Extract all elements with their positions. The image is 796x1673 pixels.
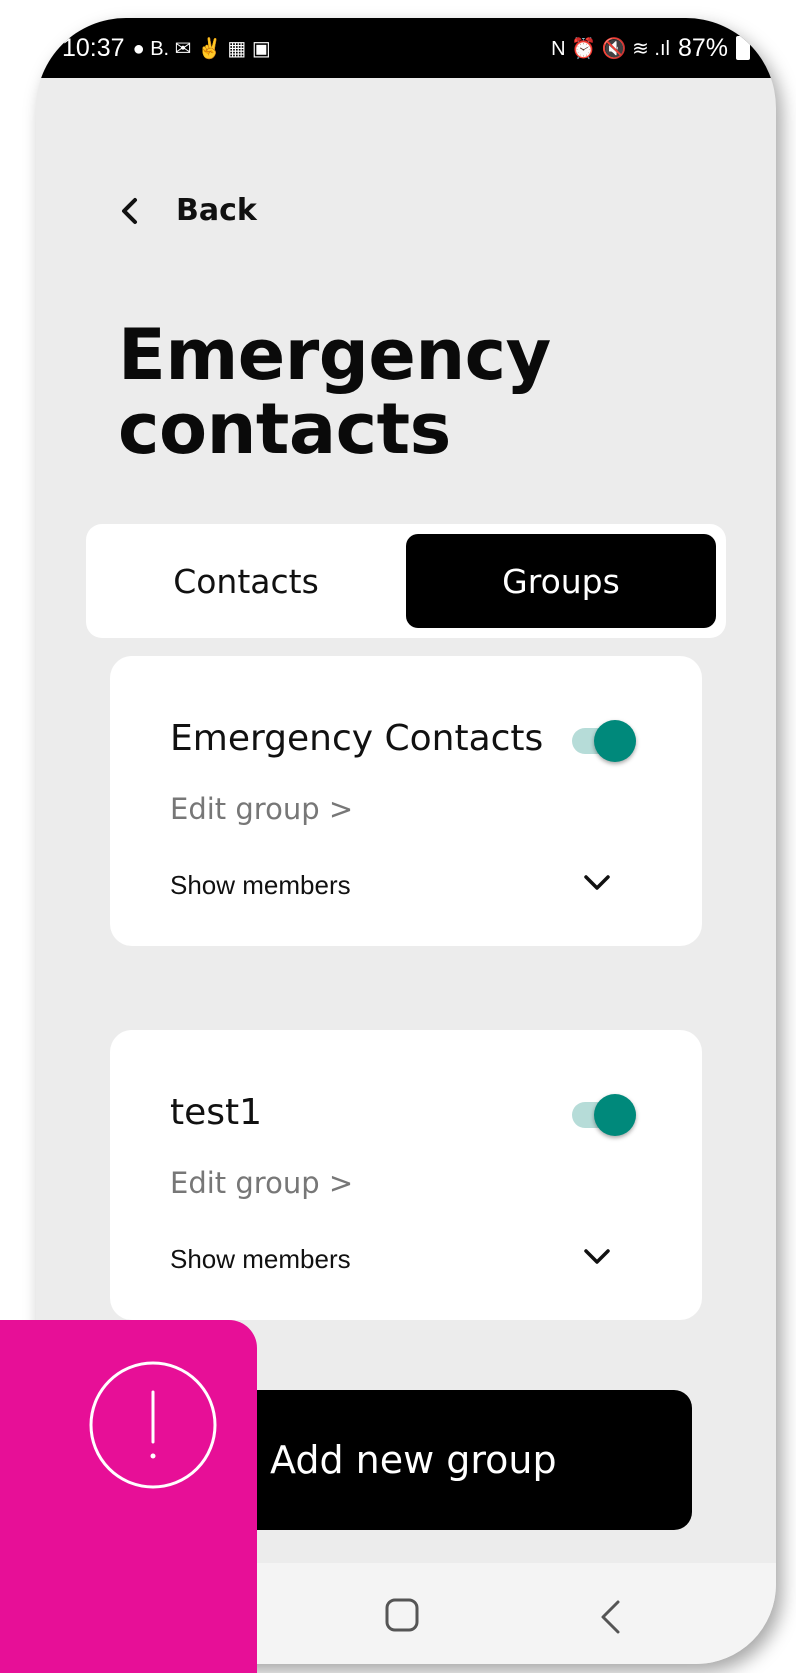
edit-group-link[interactable]: Edit group > [170,792,353,826]
group-enabled-toggle[interactable] [570,718,636,762]
tab-groups[interactable]: Groups [406,534,716,628]
status-bar: 10:37 ● B. ✉ ✌ ▦ ▣ N ⏰ 🔇 ≋ .ıl 87% [36,18,776,78]
edit-group-link[interactable]: Edit group > [170,1166,353,1200]
chevron-down-icon[interactable] [580,868,614,898]
battery-percent: 87% [677,33,728,62]
back-button[interactable]: Back [114,193,257,228]
notification-icons: ● B. ✉ ✌ ▦ ▣ [132,37,271,60]
toggle-thumb [594,1094,636,1136]
chevron-left-icon [122,197,137,224]
group-name: test1 [170,1092,263,1133]
status-right: N ⏰ 🔇 ≋ .ıl 87% [551,34,750,63]
group-card: test1 Edit group > Show members [110,1030,702,1320]
nav-back-icon[interactable] [596,1597,624,1637]
add-new-group-button[interactable]: Add new group [188,1390,692,1530]
segmented-control: Contacts Groups [86,524,726,638]
page-title: Emergency contacts [118,314,551,470]
group-card: Emergency Contacts Edit group > Show mem… [110,656,702,946]
system-status-icons: N ⏰ 🔇 ≋ .ıl [551,37,670,60]
emergency-alert-panel[interactable] [0,1320,257,1673]
group-name: Emergency Contacts [170,718,544,759]
status-left: 10:37 ● B. ✉ ✌ ▦ ▣ [62,34,271,63]
battery-icon [736,36,750,60]
show-members-label[interactable]: Show members [170,1244,351,1275]
chevron-down-icon[interactable] [580,1242,614,1272]
status-time: 10:37 [62,33,125,62]
exclamation-circle-icon[interactable] [88,1360,218,1490]
back-label: Back [176,193,257,228]
toggle-thumb [594,720,636,762]
show-members-label[interactable]: Show members [170,870,351,901]
tab-contacts[interactable]: Contacts [96,534,396,628]
group-enabled-toggle[interactable] [570,1092,636,1136]
home-square-icon[interactable] [384,1597,420,1633]
